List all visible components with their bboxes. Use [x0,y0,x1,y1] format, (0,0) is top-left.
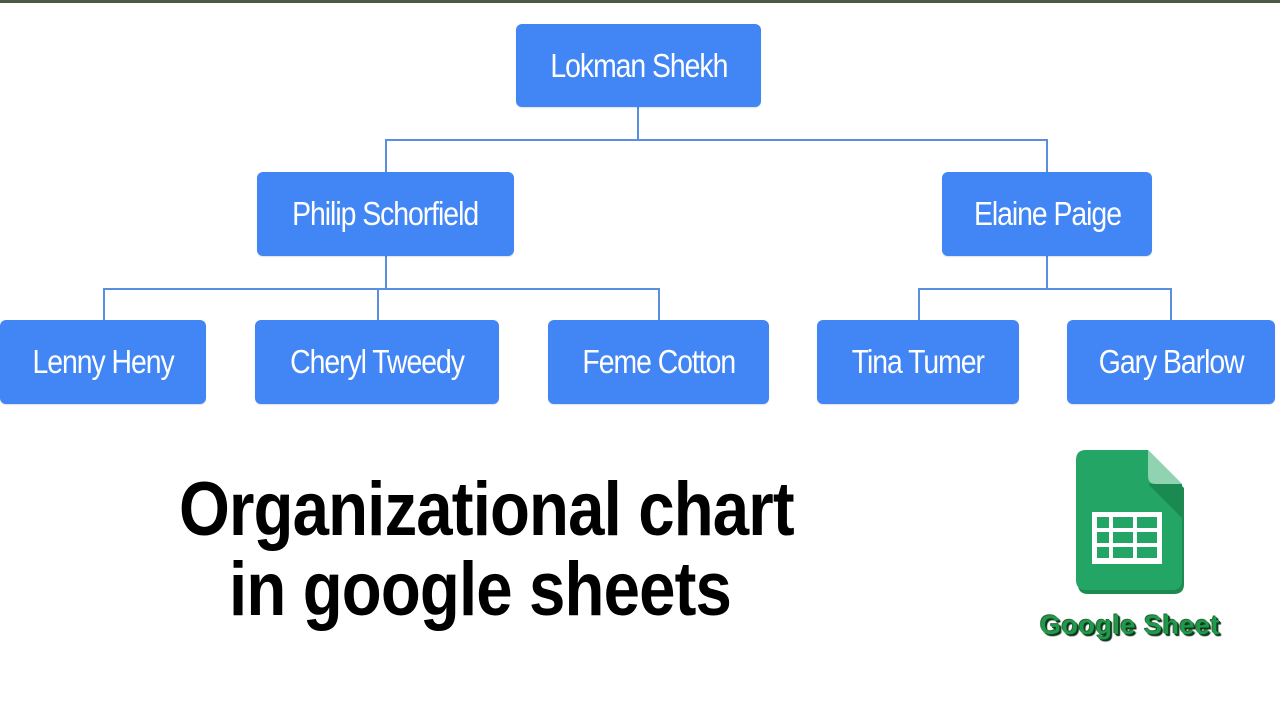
connector [103,288,105,320]
org-node-elaine-paige[interactable]: Elaine Paige [942,172,1152,256]
connector [658,288,660,320]
org-node-lenny-heny[interactable]: Lenny Heny [0,320,206,404]
node-label: Philip Schorfield [292,195,480,232]
top-border [0,0,1280,3]
node-label: Lenny Heny [32,343,174,380]
node-label: Feme Cotton [582,343,736,380]
google-sheet-label: Google Sheet [1039,610,1221,640]
connector [1170,288,1172,320]
connector [637,106,639,140]
connector [1046,255,1048,289]
connector [385,139,1048,141]
node-label: Tina Tumer [851,343,985,380]
connector [918,288,920,320]
connector [385,255,387,289]
connector [1046,139,1048,172]
org-node-feme-cotton[interactable]: Feme Cotton [548,320,769,404]
node-label: Cheryl Tweedy [290,343,465,380]
node-label: Gary Barlow [1098,343,1245,380]
caption-title: Organizational chart in google sheets [130,470,830,630]
caption-line-2: in google sheets [229,547,732,632]
connector [377,288,379,320]
connector [385,139,387,172]
node-label: Lokman Shekh [550,46,728,84]
connector [918,288,1172,290]
org-node-lokman-shekh[interactable]: Lokman Shekh [516,24,761,107]
org-node-cheryl-tweedy[interactable]: Cheryl Tweedy [255,320,499,404]
node-label: Elaine Paige [973,195,1122,232]
org-node-philip-schorfield[interactable]: Philip Schorfield [257,172,514,256]
google-sheets-icon [1076,450,1184,594]
connector [103,288,660,290]
org-node-tina-tumer[interactable]: Tina Tumer [817,320,1019,404]
caption-line-1: Organizational chart [179,467,795,552]
org-node-gary-barlow[interactable]: Gary Barlow [1067,320,1275,404]
